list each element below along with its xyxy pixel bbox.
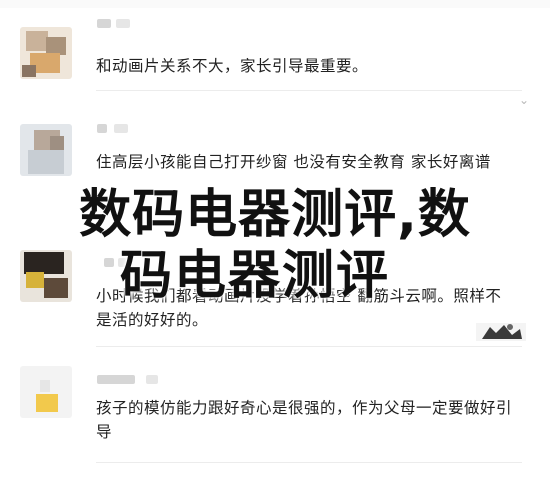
avatar[interactable] bbox=[20, 124, 72, 176]
watermark-text-line2: 码电器测评 bbox=[120, 246, 391, 306]
sticker-icon bbox=[476, 323, 526, 341]
meta-placeholder bbox=[114, 124, 128, 133]
chevron-down-icon[interactable]: ⌄ bbox=[516, 92, 532, 108]
comment-text: 住高层小孩能自己打开纱窗 也没有安全教育 家长好离谱 bbox=[96, 153, 491, 171]
avatar[interactable] bbox=[20, 27, 72, 79]
top-edge bbox=[0, 0, 550, 8]
avatar[interactable] bbox=[20, 366, 72, 418]
meta-placeholder bbox=[146, 375, 158, 384]
divider bbox=[96, 90, 522, 91]
username-placeholder bbox=[97, 124, 107, 133]
comment-text: 和动画片关系不大，家长引导最重要。 bbox=[96, 57, 369, 75]
divider bbox=[96, 462, 522, 463]
username-placeholder bbox=[97, 375, 135, 384]
comment-text: 孩子的模仿能力跟好奇心是很强的，作为父母一定要做好引导 bbox=[96, 399, 513, 441]
username-placeholder bbox=[97, 19, 111, 28]
meta-placeholder bbox=[116, 19, 130, 28]
divider bbox=[96, 346, 522, 347]
